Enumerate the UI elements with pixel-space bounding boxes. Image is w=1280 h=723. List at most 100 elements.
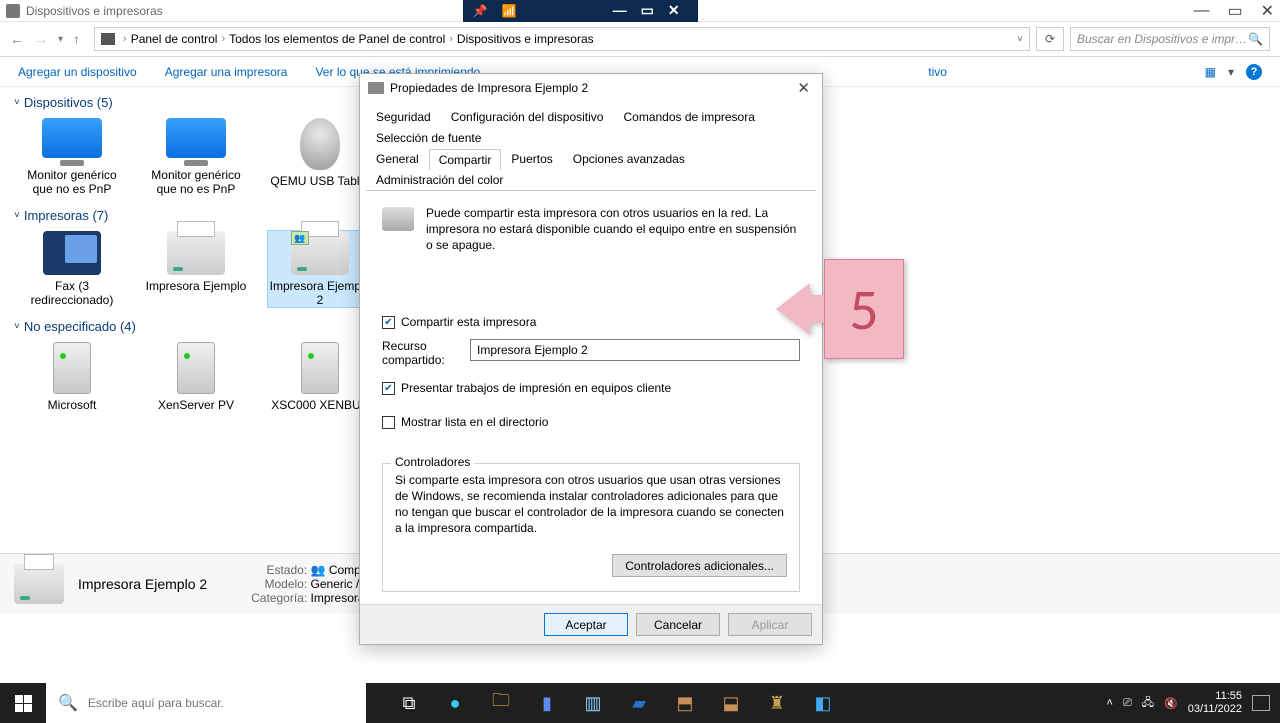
recent-locations[interactable]: ▾: [58, 34, 63, 45]
fax-icon: [43, 231, 101, 275]
remote-restore[interactable]: ▭: [641, 2, 654, 19]
add-printer-link[interactable]: Agregar una impresora: [165, 65, 288, 79]
share-printer-label: Compartir esta impresora: [401, 315, 536, 329]
shared-badge-icon: 👥: [291, 231, 309, 245]
tab-sharing[interactable]: Compartir: [429, 149, 502, 170]
additional-drivers-button[interactable]: Controladores adicionales...: [612, 554, 787, 577]
search-icon: 🔍: [58, 693, 78, 713]
apply-button[interactable]: Aplicar: [728, 613, 812, 636]
printer-item-selected[interactable]: 👥 Impresora Ejemplo 2: [268, 231, 372, 307]
chevron-right-icon[interactable]: ›: [221, 33, 225, 45]
server-icon: [301, 342, 339, 394]
server-icon: [53, 342, 91, 394]
mouse-icon: [300, 118, 340, 170]
breadcrumb[interactable]: › Panel de control › Todos los elementos…: [94, 27, 1030, 51]
clock[interactable]: 11:55 03/11/2022: [1188, 690, 1242, 716]
tab-general[interactable]: General: [366, 148, 429, 169]
printer-icon: [167, 231, 225, 275]
tray-up-icon[interactable]: ˄: [1107, 697, 1113, 709]
app-icon[interactable]: ♜: [754, 683, 800, 723]
list-directory-checkbox[interactable]: [382, 416, 395, 429]
breadcrumb-seg[interactable]: Dispositivos e impresoras: [457, 32, 594, 46]
task-view-icon[interactable]: ⧉: [386, 683, 432, 723]
chevron-down-icon: ˅: [14, 97, 20, 108]
cancel-button[interactable]: Cancelar: [636, 613, 720, 636]
maximize-button[interactable]: ▭: [1227, 1, 1242, 21]
chevron-down-icon[interactable]: ˅: [1017, 34, 1023, 45]
truncated-command[interactable]: tivo: [928, 65, 947, 79]
remote-name: [531, 5, 591, 17]
start-button[interactable]: [0, 683, 46, 723]
breadcrumb-seg[interactable]: Todos los elementos de Panel de control: [229, 32, 445, 46]
control-panel-icon: [101, 33, 115, 45]
app-icon[interactable]: ⬓: [708, 683, 754, 723]
device-item[interactable]: XSC000 XENBUS: [268, 342, 372, 412]
remote-minimize[interactable]: —: [613, 2, 627, 19]
tab-advanced[interactable]: Opciones avanzadas: [563, 148, 695, 169]
printer-icon: [368, 82, 384, 94]
ok-button[interactable]: Aceptar: [544, 613, 628, 636]
remote-close[interactable]: ✕: [668, 2, 680, 19]
device-item[interactable]: XenServer PV: [144, 342, 248, 412]
remote-connection-bar: 📌 📶 — ▭ ✕: [463, 0, 698, 22]
app-icon: [6, 4, 20, 18]
edge-icon[interactable]: ●: [432, 683, 478, 723]
device-item[interactable]: Monitor genérico que no es PnP: [20, 118, 124, 196]
tab-color-mgmt[interactable]: Administración del color: [366, 169, 513, 190]
share-name-input[interactable]: [470, 339, 800, 361]
printer-properties-dialog: Propiedades de Impresora Ejemplo 2 ✕ Seg…: [359, 73, 823, 645]
close-button[interactable]: ✕: [1261, 1, 1274, 21]
tab-security[interactable]: Seguridad: [366, 106, 441, 127]
details-name: Impresora Ejemplo 2: [78, 576, 207, 592]
breadcrumb-seg[interactable]: Panel de control: [131, 32, 218, 46]
printer-icon: [14, 564, 64, 604]
minimize-button[interactable]: —: [1193, 2, 1209, 20]
device-item[interactable]: Monitor genérico que no es PnP: [144, 118, 248, 196]
device-item[interactable]: QEMU USB Tablet: [268, 118, 372, 196]
drivers-legend: Controladores: [391, 455, 474, 469]
chevron-right-icon[interactable]: ›: [123, 33, 127, 45]
dialog-title: Propiedades de Impresora Ejemplo 2: [390, 81, 588, 95]
chevron-right-icon[interactable]: ›: [449, 33, 453, 45]
app-icon[interactable]: ▥: [570, 683, 616, 723]
list-directory-label: Mostrar lista en el directorio: [401, 415, 548, 429]
app-icon[interactable]: ◧: [800, 683, 846, 723]
file-explorer-icon[interactable]: 🗀: [478, 683, 524, 723]
volume-icon[interactable]: 🔇: [1164, 697, 1178, 710]
network-icon[interactable]: 🖧: [1142, 694, 1154, 713]
printer-item[interactable]: Fax (3 redireccionado): [20, 231, 124, 307]
printer-icon: [382, 207, 414, 231]
view-options-icon[interactable]: ▦: [1205, 65, 1216, 79]
monitor-icon: [42, 118, 102, 158]
add-device-link[interactable]: Agregar un dispositivo: [18, 65, 137, 79]
monitor-icon: [166, 118, 226, 158]
tab-font-selection[interactable]: Selección de fuente: [366, 127, 491, 148]
tab-device-config[interactable]: Configuración del dispositivo: [441, 106, 614, 127]
device-item[interactable]: Microsoft: [20, 342, 124, 412]
printer-icon: 👥: [291, 231, 349, 275]
close-icon[interactable]: ✕: [793, 79, 814, 97]
printer-item[interactable]: Impresora Ejemplo: [144, 231, 248, 307]
help-button[interactable]: ?: [1246, 64, 1262, 80]
taskbar-search[interactable]: 🔍 Escribe aquí para buscar.: [46, 683, 366, 723]
server-icon: [177, 342, 215, 394]
sharing-description: Puede compartir esta impresora con otros…: [426, 205, 800, 253]
app-icon[interactable]: ▮: [524, 683, 570, 723]
render-jobs-label: Presentar trabajos de impresión en equip…: [401, 381, 671, 395]
tab-printer-commands[interactable]: Comandos de impresora: [613, 106, 764, 127]
tray-icon[interactable]: ⎚: [1123, 697, 1132, 710]
chevron-down-icon[interactable]: ▾: [1228, 65, 1234, 79]
up-button[interactable]: ↑: [73, 31, 80, 47]
refresh-button[interactable]: ⟳: [1036, 27, 1064, 51]
render-jobs-checkbox[interactable]: [382, 382, 395, 395]
taskbar: 🔍 Escribe aquí para buscar. ⧉ ● 🗀 ▮ ▥ ▰ …: [0, 683, 1280, 723]
action-center-icon[interactable]: [1252, 695, 1270, 711]
share-printer-checkbox[interactable]: [382, 316, 395, 329]
search-input[interactable]: Buscar en Dispositivos e impre... 🔍: [1070, 27, 1270, 51]
forward-button[interactable]: →: [34, 31, 48, 47]
powershell-icon[interactable]: ▰: [616, 683, 662, 723]
back-button[interactable]: ←: [10, 31, 24, 47]
pin-icon[interactable]: 📌: [473, 4, 488, 18]
app-icon[interactable]: ⬒: [662, 683, 708, 723]
tab-ports[interactable]: Puertos: [501, 148, 562, 169]
